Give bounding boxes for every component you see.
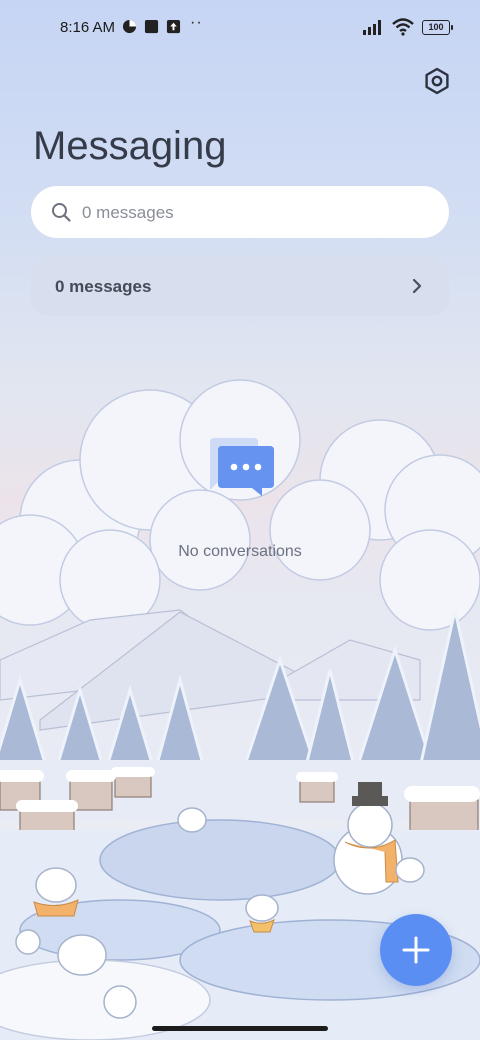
- vpn-status-icon: [122, 19, 137, 34]
- status-right-group: 100: [362, 16, 453, 38]
- battery-indicator: 100: [422, 19, 453, 35]
- summary-label: 0 messages: [55, 277, 152, 296]
- chat-bubble-icon: [210, 438, 274, 496]
- plus-icon: [402, 936, 430, 964]
- chevron-right-icon: [412, 278, 422, 294]
- empty-state-text: No conversations: [178, 543, 302, 560]
- signal-icon: [363, 20, 381, 35]
- status-time: 8:16 AM: [60, 19, 116, 36]
- search-placeholder: 0 messages: [82, 203, 174, 222]
- upload-notification-icon: [166, 19, 181, 34]
- battery-level: 100: [428, 21, 444, 32]
- settings-icon[interactable]: [422, 66, 452, 96]
- more-notifications-indicator: ··: [190, 14, 203, 31]
- page-title: Messaging: [33, 124, 227, 168]
- home-indicator[interactable]: [152, 1026, 328, 1031]
- search-bar[interactable]: 0 messages: [31, 186, 449, 238]
- status-bar: 8:16 AM ·· 100: [0, 0, 480, 56]
- search-icon: [52, 203, 71, 222]
- messages-summary-row[interactable]: 0 messages: [31, 257, 449, 316]
- new-conversation-button[interactable]: [380, 914, 452, 986]
- notification-square-icon: [144, 19, 159, 34]
- wifi-icon: [392, 18, 414, 36]
